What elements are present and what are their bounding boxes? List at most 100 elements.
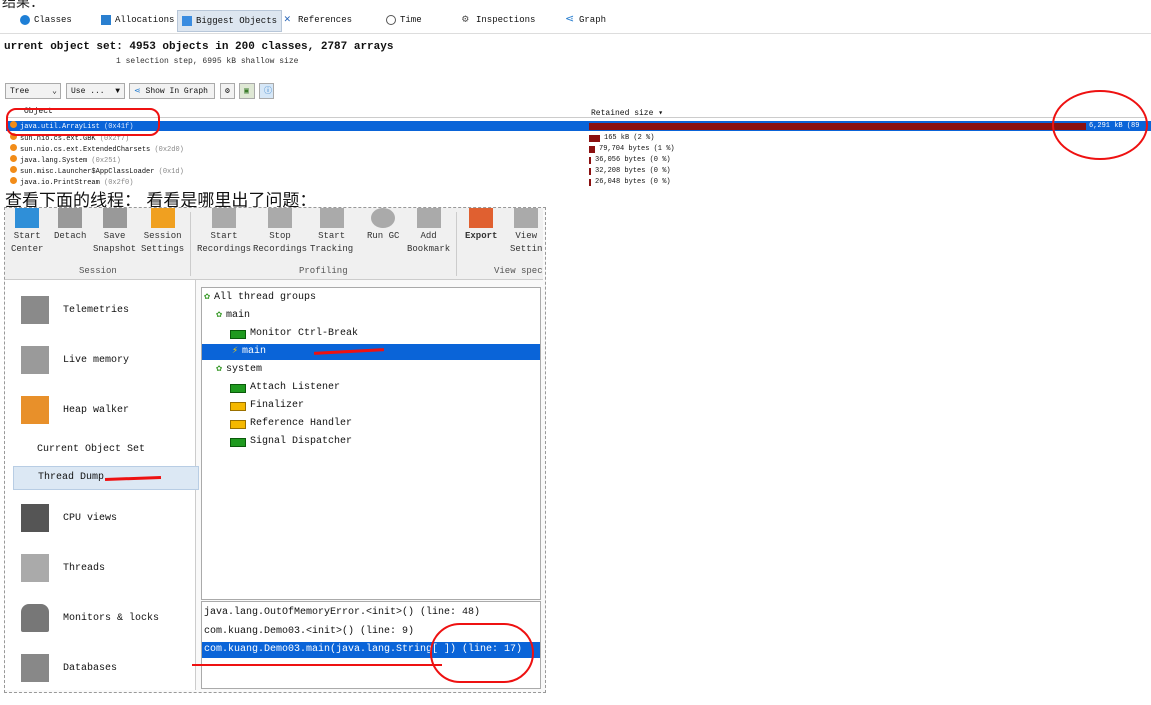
nav-heap-walker[interactable]: Heap walker xyxy=(21,396,129,424)
tab-label: References xyxy=(298,15,353,25)
divider xyxy=(456,212,457,276)
tree-node-main-thread[interactable]: ⚡ main xyxy=(202,344,540,360)
databases-icon xyxy=(21,654,49,682)
biggest-objects-icon xyxy=(182,16,192,26)
tab-classes[interactable]: Classes xyxy=(20,10,72,30)
tab-references[interactable]: ✕ References xyxy=(284,10,352,30)
tab-inspections[interactable]: ⚙ Inspections xyxy=(462,10,535,30)
start-tracking-button[interactable]: Start Tracking xyxy=(310,208,353,256)
start-recordings-button[interactable]: Start Recordings xyxy=(197,208,251,256)
nav-label: Databases xyxy=(63,662,118,674)
view-mode-value: Tree xyxy=(10,87,30,96)
stack-frame[interactable]: java.lang.OutOfMemoryError.<init>() (lin… xyxy=(204,605,480,621)
triangle-down-icon: ▼ xyxy=(115,87,120,96)
object-class-name: java.lang.System xyxy=(20,157,88,165)
running-thread-icon xyxy=(230,329,246,339)
nav-telemetries[interactable]: Telemetries xyxy=(21,296,129,324)
table-row[interactable]: sun.misc.Launcher$AppClassLoader (0x1d) xyxy=(6,166,576,176)
tree-node-all-groups[interactable]: ✿ All thread groups xyxy=(204,290,316,306)
graph-icon: ⋖ xyxy=(565,14,575,26)
info-button[interactable]: ⓘ xyxy=(259,83,274,99)
retained-size-label: 26,048 bytes (0 %) xyxy=(595,178,671,186)
tree-label: main xyxy=(242,346,267,357)
tree-node-main-group[interactable]: ✿ main xyxy=(216,308,250,324)
tab-allocations[interactable]: Allocations xyxy=(101,10,174,30)
btn-l2: Settin xyxy=(510,244,543,254)
save-icon xyxy=(102,208,127,228)
image-export-button[interactable]: ▣ xyxy=(239,83,255,99)
table-row[interactable]: sun.nio.cs.ext.ExtendedCharsets (0x2d0) xyxy=(6,144,576,154)
object-class-name: sun.misc.Launcher$AppClassLoader xyxy=(20,168,155,176)
tab-graph[interactable]: ⋖ Graph xyxy=(565,10,606,30)
thread-group-icon: ✿ xyxy=(204,292,211,303)
table-row[interactable]: java.lang.System (0x251) xyxy=(6,155,576,165)
tab-time[interactable]: Time xyxy=(386,10,422,30)
nav-databases[interactable]: Databases xyxy=(21,654,117,682)
show-in-graph-button[interactable]: ⋖ Show In Graph xyxy=(129,83,215,99)
subnav-current-object-set[interactable]: Current Object Set xyxy=(37,444,145,455)
save-snapshot-button[interactable]: Save Snapshot xyxy=(93,208,136,256)
nav-live-memory[interactable]: Live memory xyxy=(21,346,129,374)
tree-label: All thread groups xyxy=(214,292,317,303)
session-settings-button[interactable]: Session Settings xyxy=(141,208,184,256)
btn-l1: Session xyxy=(143,231,182,241)
tree-node-system-group[interactable]: ✿ system xyxy=(216,362,262,378)
live-memory-icon xyxy=(21,346,49,374)
stop-recordings-button[interactable]: Stop Recordings xyxy=(253,208,307,256)
lightning-icon: ⚡ xyxy=(232,346,239,357)
nav-monitors-locks[interactable]: Monitors & locks xyxy=(21,604,159,632)
add-bookmark-button[interactable]: Add Bookmark xyxy=(407,208,450,256)
info-icon: ⓘ xyxy=(264,87,272,96)
retained-size-label: 32,208 bytes (0 %) xyxy=(595,167,671,175)
btn-l1: Detach xyxy=(54,231,87,241)
run-gc-button[interactable]: Run GC xyxy=(367,208,399,243)
view-settings-button[interactable]: View Settin xyxy=(510,208,542,256)
lock-icon xyxy=(21,604,49,632)
tree-node-reference-handler[interactable]: Reference Handler xyxy=(230,416,352,432)
record-icon xyxy=(212,208,236,228)
use-dropdown[interactable]: Use ... ▼ xyxy=(66,83,125,99)
start-center-button[interactable]: Start Center xyxy=(11,208,43,256)
tab-biggest-objects[interactable]: Biggest Objects xyxy=(177,10,283,32)
settings-button[interactable]: ⚙ xyxy=(220,83,235,99)
nav-cpu-views[interactable]: CPU views xyxy=(21,504,117,532)
tree-node-attach[interactable]: Attach Listener xyxy=(230,380,340,396)
view-mode-select[interactable]: Tree ⌄ xyxy=(5,83,61,99)
view-group-label: View spec xyxy=(494,266,543,276)
retained-size-column-header[interactable]: Retained size ▾ xyxy=(591,108,663,118)
nav-label: CPU views xyxy=(63,512,118,524)
export-button[interactable]: Export xyxy=(465,208,497,243)
tree-label: system xyxy=(226,364,263,375)
btn-l1: Stop xyxy=(269,231,291,241)
annotation-underline xyxy=(192,664,442,666)
retained-size-bar xyxy=(589,178,591,186)
stack-frame[interactable]: com.kuang.Demo03.<init>() (line: 9) xyxy=(204,624,414,640)
tree-node-finalizer[interactable]: Finalizer xyxy=(230,398,304,414)
btn-l1: Save xyxy=(103,231,126,241)
detach-button[interactable]: Detach xyxy=(54,208,86,243)
nav-label: Telemetries xyxy=(63,304,130,316)
heap-walker-icon xyxy=(21,396,49,424)
tree-node-monitor[interactable]: Monitor Ctrl-Break xyxy=(230,326,358,342)
image-icon: ▣ xyxy=(244,87,249,96)
show-in-graph-label: Show In Graph xyxy=(145,87,208,96)
tree-node-signal[interactable]: Signal Dispatcher xyxy=(230,434,352,450)
tab-label: Time xyxy=(400,15,422,25)
telemetries-icon xyxy=(21,296,49,324)
tab-label: Graph xyxy=(579,15,607,25)
view-settings-icon xyxy=(514,208,539,228)
ribbon-toolbar: Start Center Detach Save Snapshot Sessio… xyxy=(5,208,543,280)
thread-group-icon: ✿ xyxy=(216,310,223,321)
inspections-icon: ⚙ xyxy=(462,14,469,26)
nav-threads[interactable]: Threads xyxy=(21,554,105,582)
nav-label: Monitors & locks xyxy=(63,612,160,624)
table-header: Object Retained size ▾ xyxy=(6,107,1146,118)
running-thread-icon xyxy=(230,383,246,393)
object-class-name: sun.nio.cs.ext.ExtendedCharsets xyxy=(20,146,151,154)
object-id: (0x2f7) xyxy=(99,135,130,143)
thread-group-icon: ✿ xyxy=(216,364,223,375)
settings-pencil-icon xyxy=(150,208,175,228)
btn-l1: Run GC xyxy=(367,231,400,241)
export-icon xyxy=(469,208,494,228)
allocations-icon xyxy=(101,15,111,25)
